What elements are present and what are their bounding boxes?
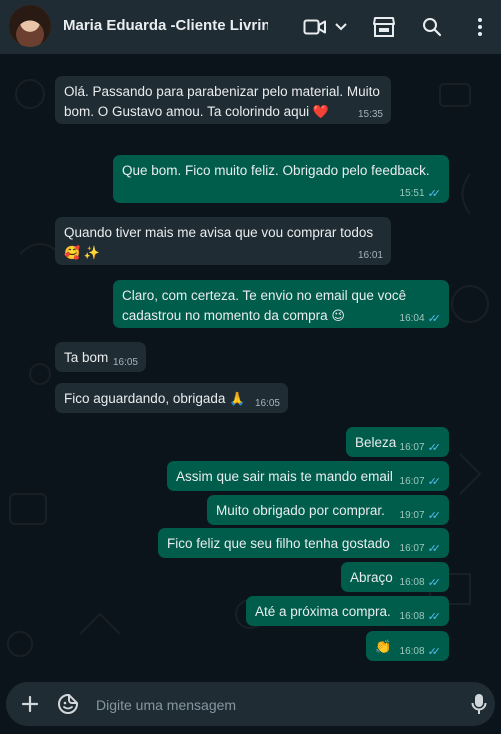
message-bubble-incoming[interactable]: Ta bom 16:05 (55, 342, 146, 372)
read-receipt-icon: ✓✓ (427, 188, 442, 200)
message-list[interactable]: Olá. Passando para parabenizar pelo mate… (0, 54, 501, 674)
message-time: 16:08 (399, 646, 425, 657)
message-input[interactable] (94, 694, 428, 716)
search-icon[interactable] (419, 14, 445, 40)
read-receipt-icon: ✓✓ (427, 577, 442, 589)
chat-header: Maria Eduarda -Cliente Livrin (0, 0, 501, 54)
message-time: 16:01 (357, 250, 383, 261)
message-bubble-outgoing[interactable]: Assim que sair mais te mando email 16:07… (167, 461, 449, 491)
message-time: 16:08 (399, 577, 425, 588)
message-bubble-outgoing[interactable]: Muito obrigado por comprar. 19:07 ✓✓ (207, 495, 449, 525)
message-bubble-outgoing[interactable]: 👏 16:08 ✓✓ (366, 631, 449, 661)
clapping-hands-emoji-icon: 👏 (375, 639, 392, 654)
message-bubble-outgoing[interactable]: Até a próxima compra. 16:08 ✓✓ (246, 596, 449, 626)
message-bubble-outgoing[interactable]: Fico feliz que seu filho tenha gostado 1… (158, 528, 449, 558)
message-text: Olá. Passando para parabenizar pelo mate… (64, 84, 380, 119)
message-bubble-incoming[interactable]: Olá. Passando para parabenizar pelo mate… (55, 76, 391, 124)
microphone-icon[interactable] (468, 693, 490, 715)
message-time: 16:07 (399, 442, 425, 453)
read-receipt-icon: ✓✓ (427, 611, 442, 623)
attach-plus-icon[interactable] (19, 693, 41, 715)
message-text: Quando tiver mais me avisa que vou compr… (64, 225, 374, 240)
message-bubble-incoming[interactable]: Fico aguardando, obrigada 🙏 16:05 (55, 383, 288, 413)
pray-emoji-icon: 🙏 (229, 391, 246, 406)
read-receipt-icon: ✓✓ (427, 646, 442, 658)
video-call-icon[interactable] (302, 14, 328, 40)
heart-emoji-icon: ❤️ (312, 104, 330, 119)
message-time: 19:07 (399, 510, 425, 521)
sticker-icon[interactable] (57, 693, 79, 715)
smiling-hearts-sparkles-emoji-icon: 🥰 ✨ (64, 245, 100, 260)
read-receipt-icon: ✓✓ (427, 442, 442, 454)
read-receipt-icon: ✓✓ (427, 313, 442, 325)
message-bubble-outgoing[interactable]: Claro, com certeza. Te envio no email qu… (113, 280, 449, 328)
message-bubble-outgoing[interactable]: Que bom. Fico muito feliz. Obrigado pelo… (113, 155, 449, 203)
message-time: 16:07 (399, 476, 425, 487)
message-time: 15:51 (399, 188, 425, 199)
wink-emoji-icon: 😉 (331, 308, 345, 323)
read-receipt-icon: ✓✓ (427, 476, 442, 488)
chevron-down-icon[interactable] (328, 14, 354, 40)
message-time: 16:05 (112, 357, 138, 368)
shop-icon[interactable] (371, 14, 397, 40)
more-options-icon[interactable] (467, 14, 493, 40)
message-time: 16:07 (399, 543, 425, 554)
message-bubble-outgoing[interactable]: Abraço 16:08 ✓✓ (341, 562, 449, 592)
message-composer (0, 674, 501, 734)
message-bubble-incoming[interactable]: Quando tiver mais me avisa que vou compr… (55, 217, 391, 265)
message-time: 16:05 (254, 398, 280, 409)
contact-name[interactable]: Maria Eduarda -Cliente Livrin (63, 17, 268, 34)
message-text: Claro, com certeza. Te envio no email qu… (122, 288, 407, 323)
read-receipt-icon: ✓✓ (427, 543, 442, 555)
contact-avatar[interactable] (9, 5, 51, 47)
message-time: 15:35 (357, 109, 383, 120)
read-receipt-icon: ✓✓ (427, 510, 442, 522)
message-bubble-outgoing[interactable]: Beleza 16:07 ✓✓ (346, 427, 449, 457)
message-text: Que bom. Fico muito feliz. Obrigado pelo… (122, 163, 430, 178)
message-text: Fico aguardando, obrigada (64, 391, 226, 406)
message-time: 16:08 (399, 611, 425, 622)
composer-bar (6, 682, 495, 726)
message-time: 16:04 (399, 313, 425, 324)
